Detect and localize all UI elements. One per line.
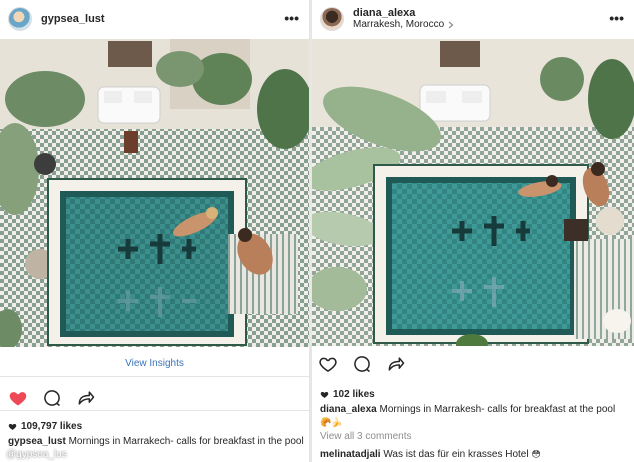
heart-icon[interactable] <box>318 354 338 374</box>
share-icon[interactable] <box>386 354 406 374</box>
more-options-icon[interactable]: ••• <box>284 11 299 25</box>
location-label: Marrakesh, Morocco <box>353 19 445 30</box>
caption-username[interactable]: gypsea_lust <box>8 436 66 447</box>
heart-icon <box>8 423 17 430</box>
caption-emoji: 🥐🍌 <box>320 418 343 428</box>
avatar[interactable] <box>320 7 344 31</box>
likes-count[interactable]: 102 likes <box>320 389 375 400</box>
post-header: diana_alexa Marrakesh, Morocco ••• <box>312 0 634 38</box>
location[interactable]: Marrakesh, Morocco <box>353 19 454 31</box>
post-right: diana_alexa Marrakesh, Morocco ••• 102 l… <box>312 0 634 462</box>
username[interactable]: diana_alexa <box>353 7 454 19</box>
post-photo[interactable] <box>0 39 309 347</box>
chevron-right-icon <box>448 21 454 29</box>
heart-icon[interactable] <box>8 388 28 408</box>
post-left: gypsea_lust ••• View Insights 109,797 li… <box>0 0 309 462</box>
action-bar <box>8 388 96 408</box>
likes-label: 109,797 likes <box>21 421 83 432</box>
post-header: gypsea_lust ••• <box>0 0 309 38</box>
caption: gypsea_lust Mornings in Marrakech- calls… <box>8 435 308 448</box>
view-insights-link[interactable]: View Insights <box>0 358 309 369</box>
avatar[interactable] <box>8 7 32 31</box>
likes-count[interactable]: 109,797 likes <box>8 421 82 432</box>
likes-label: 102 likes <box>333 389 375 400</box>
comment-text: Was ist das für ein krasses Hotel <box>383 449 529 460</box>
comment-emoji: 😳 <box>531 450 541 460</box>
caption-username[interactable]: diana_alexa <box>320 404 377 415</box>
watermark: @gypsea_lus <box>6 449 67 460</box>
more-options-icon[interactable]: ••• <box>609 11 624 25</box>
divider <box>0 376 309 377</box>
action-bar <box>318 354 406 374</box>
post-photo[interactable] <box>312 39 634 346</box>
caption-text: Mornings in Marrakech- calls for breakfa… <box>68 436 304 447</box>
divider <box>0 410 309 411</box>
caption: diana_alexa Mornings in Marrakesh- calls… <box>320 403 625 430</box>
username[interactable]: gypsea_lust <box>41 13 105 25</box>
caption-text: Mornings in Marrakesh- calls for breakfa… <box>379 404 616 415</box>
view-all-comments-link[interactable]: View all 3 comments <box>320 431 412 442</box>
comment-icon[interactable] <box>42 388 62 408</box>
share-icon[interactable] <box>76 388 96 408</box>
comment-username[interactable]: melinatadjali <box>320 449 381 460</box>
heart-icon <box>320 391 329 398</box>
comment: melinatadjali Was ist das für ein krasse… <box>320 449 541 460</box>
comment-icon[interactable] <box>352 354 372 374</box>
